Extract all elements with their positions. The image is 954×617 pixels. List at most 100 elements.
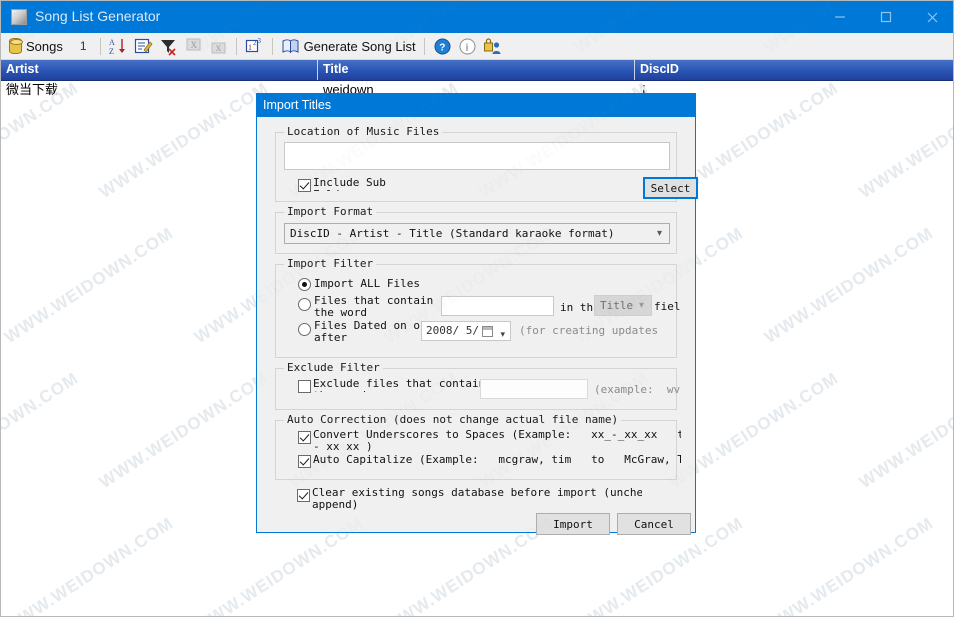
import-format-value: DiscID - Artist - Title (Standard karaok… xyxy=(290,227,615,240)
include-subfolders-checkbox[interactable] xyxy=(298,179,311,192)
database-icon xyxy=(9,38,23,54)
filter-all-radio[interactable] xyxy=(298,278,311,291)
toolbar-separator xyxy=(99,37,101,55)
filter-remove-icon xyxy=(159,37,178,56)
exclude-filter-legend: Exclude Filter xyxy=(284,361,383,374)
exclude-word-checkbox[interactable] xyxy=(298,380,311,393)
filter-field-value: Title xyxy=(600,299,634,312)
select-folder-button[interactable]: Select xyxy=(643,177,698,199)
svg-text:X: X xyxy=(215,44,221,53)
convert-underscores-checkbox[interactable] xyxy=(298,431,311,444)
dialog-title: Import Titles xyxy=(257,94,695,117)
svg-text:Z: Z xyxy=(109,47,114,56)
filter-word-input[interactable] xyxy=(441,296,554,316)
dialog-body: Location of Music Files Include Sub Fold… xyxy=(257,117,698,535)
svg-text:X: X xyxy=(190,40,197,50)
sort-button[interactable]: A Z xyxy=(106,33,131,59)
filter-field-suffix-label: fiel xyxy=(654,301,680,313)
column-header-discid[interactable]: DiscID xyxy=(635,59,953,80)
export-x-small-button: X xyxy=(206,33,231,59)
auto-capitalize-checkbox[interactable] xyxy=(298,455,311,468)
svg-text:1: 1 xyxy=(248,43,252,52)
music-path-input[interactable] xyxy=(284,142,670,170)
exclude-example-label: (example: wvoc xyxy=(594,384,680,396)
column-header-title[interactable]: Title xyxy=(318,59,635,80)
filter-date-hint: (for creating updates xyxy=(519,325,679,339)
svg-text:?: ? xyxy=(439,42,445,53)
auto-correction-group: Auto Correction (does not change actual … xyxy=(275,413,681,480)
filter-in-the-label: in th xyxy=(560,301,594,314)
filter-word-value xyxy=(442,297,553,300)
import-format-legend: Import Format xyxy=(284,205,377,218)
import-filter-legend: Import Filter xyxy=(284,257,377,270)
toolbar-separator-2 xyxy=(235,37,237,55)
clear-database-label: Clear existing songs database before imp… xyxy=(312,487,642,513)
songs-count: 1 xyxy=(79,39,87,53)
exclude-word-input[interactable] xyxy=(480,379,588,399)
auto-capitalize-label-text: Auto Capitalize (Example: mcgraw, tim to… xyxy=(313,454,681,466)
auto-capitalize-label: Auto Capitalize (Example: mcgraw, tim to… xyxy=(313,454,681,468)
exclude-example: (example: wvoc xyxy=(594,384,680,398)
cancel-button[interactable]: Cancel xyxy=(617,513,691,535)
close-button[interactable] xyxy=(909,1,953,33)
application-window: WWW.WEIDOWN.COM WWW.WEIDOWN.COM WWW.WEIDOW… xyxy=(0,0,954,617)
import-filter-group: Import Filter Import ALL Files Files tha… xyxy=(275,257,680,358)
music-path-value xyxy=(285,143,669,149)
exclude-filter-group: Exclude Filter Exclude files that contai… xyxy=(275,361,680,410)
edit-note-icon xyxy=(134,37,153,56)
calendar-icon xyxy=(482,326,493,337)
column-header-artist[interactable]: Artist xyxy=(1,59,318,80)
help-button[interactable]: ? xyxy=(430,33,455,59)
about-button[interactable]: i xyxy=(455,33,480,59)
help-icon: ? xyxy=(433,37,452,56)
exclude-word-value xyxy=(481,380,587,383)
filter-date-radio[interactable] xyxy=(298,323,311,336)
clear-filter-button[interactable] xyxy=(156,33,181,59)
select-folder-label: Select xyxy=(650,181,691,195)
minimize-button[interactable] xyxy=(817,1,863,33)
import-format-group: Import Format DiscID - Artist - Title (S… xyxy=(275,205,677,254)
renumber-button[interactable]: 1 2 3 xyxy=(242,33,267,59)
filter-field-combobox[interactable]: Title ▾ xyxy=(594,295,652,316)
svg-text:3: 3 xyxy=(257,37,261,45)
filter-date-picker[interactable]: 2008/ 5/ 1 ▾ xyxy=(421,321,511,341)
clear-database-line2: append) xyxy=(312,497,359,511)
clear-database-checkbox[interactable] xyxy=(297,489,310,502)
generate-song-list-label: Generate Song List xyxy=(303,38,416,54)
clear-database-line1: Clear existing songs database before imp… xyxy=(312,487,642,499)
window-title: Song List Generator xyxy=(35,8,161,24)
chevron-down-icon-2: ▾ xyxy=(638,300,644,311)
svg-text:2: 2 xyxy=(253,39,257,47)
include-subfolders-label: Include Sub Folders xyxy=(313,177,418,191)
cancel-button-label: Cancel xyxy=(634,517,674,531)
filter-word-label: Files that contain the word xyxy=(314,295,462,321)
register-button[interactable] xyxy=(480,33,505,59)
grid-header: Artist Title DiscID xyxy=(1,59,953,81)
export-x-icon: X xyxy=(184,37,203,56)
chevron-down-icon: ▾ xyxy=(656,228,662,239)
convert-underscores-label: Convert Underscores to Spaces (Example: … xyxy=(313,429,681,455)
filter-word-radio[interactable] xyxy=(298,298,311,311)
include-subfolders-label-line1: Include Sub xyxy=(313,177,386,189)
chevron-down-icon-3: ▾ xyxy=(500,329,505,339)
edit-button[interactable] xyxy=(131,33,156,59)
filter-date-hint-label: (for creating updates xyxy=(519,325,659,337)
register-user-icon xyxy=(483,37,502,56)
convert-underscores-line2: - xx xx ) xyxy=(313,439,373,453)
songs-button[interactable]: Songs xyxy=(1,33,66,59)
export-x-small-icon: X xyxy=(209,37,228,56)
import-button[interactable]: Import xyxy=(536,513,610,535)
toolbar-separator-3 xyxy=(271,37,273,55)
renumber-icon: 1 2 3 xyxy=(245,37,264,56)
generate-song-list-button[interactable]: Generate Song List xyxy=(278,33,419,59)
maximize-button[interactable] xyxy=(863,1,909,33)
export-x-button: X xyxy=(181,33,206,59)
location-group: Location of Music Files Include Sub Fold… xyxy=(275,125,698,202)
book-icon xyxy=(281,37,300,56)
location-group-legend: Location of Music Files xyxy=(284,125,443,138)
import-format-combobox[interactable]: DiscID - Artist - Title (Standard karaok… xyxy=(284,223,670,244)
sort-az-icon: A Z xyxy=(109,37,128,56)
songs-label: Songs xyxy=(26,38,63,54)
import-titles-dialog: Import Titles Location of Music Files In… xyxy=(256,93,698,535)
auto-correction-legend: Auto Correction (does not change actual … xyxy=(284,413,622,426)
